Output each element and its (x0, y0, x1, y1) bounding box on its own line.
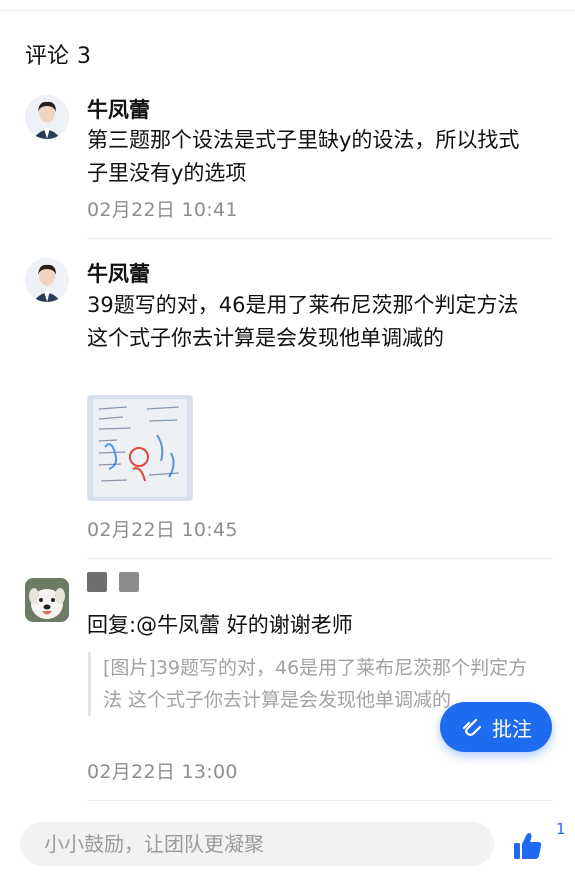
comment-image-thumbnail[interactable] (87, 395, 193, 501)
avatar[interactable] (25, 258, 69, 302)
top-divider (0, 10, 575, 11)
comment-divider (87, 558, 553, 559)
annotate-button[interactable]: 批注 (440, 702, 552, 752)
comment-time: 02月22日 13:00 (87, 761, 238, 783)
comment-divider (87, 238, 553, 239)
homework-photo-icon (87, 395, 193, 501)
annotate-label: 批注 (492, 716, 532, 741)
author-name-redacted (87, 572, 139, 592)
comment-time: 02月22日 10:45 (87, 519, 238, 541)
comment-text: 39题写的对，46是用了莱布尼茨那个判定方法 这个式子你去计算是会发现他单调减的 (87, 293, 519, 350)
comments-header: 评论 3 (25, 38, 91, 70)
comment-input[interactable] (42, 831, 466, 857)
comments-title: 评论 (25, 44, 70, 69)
comment-text: 第三题那个设法是式子里缺y的设法，所以找式子里没有y的选项 (87, 128, 520, 185)
reply-text: 回复:@牛凤蕾 好的谢谢老师 (87, 613, 353, 637)
comment-author[interactable]: 牛凤蕾 (87, 258, 150, 288)
comment-divider (87, 800, 553, 801)
avatar[interactable] (25, 578, 69, 622)
dog-avatar-icon (25, 578, 69, 622)
thumbs-up-icon[interactable] (511, 829, 545, 863)
teacher-avatar-icon (25, 95, 69, 139)
comment-author[interactable]: 牛凤蕾 (87, 94, 150, 124)
comment-input-bar[interactable] (20, 822, 494, 866)
avatar[interactable] (25, 95, 69, 139)
like-count: 1 (556, 820, 566, 838)
teacher-avatar-icon (25, 258, 69, 302)
annotate-icon (462, 718, 482, 736)
comment-time: 02月22日 10:41 (87, 199, 238, 221)
comments-count: 3 (77, 44, 92, 69)
